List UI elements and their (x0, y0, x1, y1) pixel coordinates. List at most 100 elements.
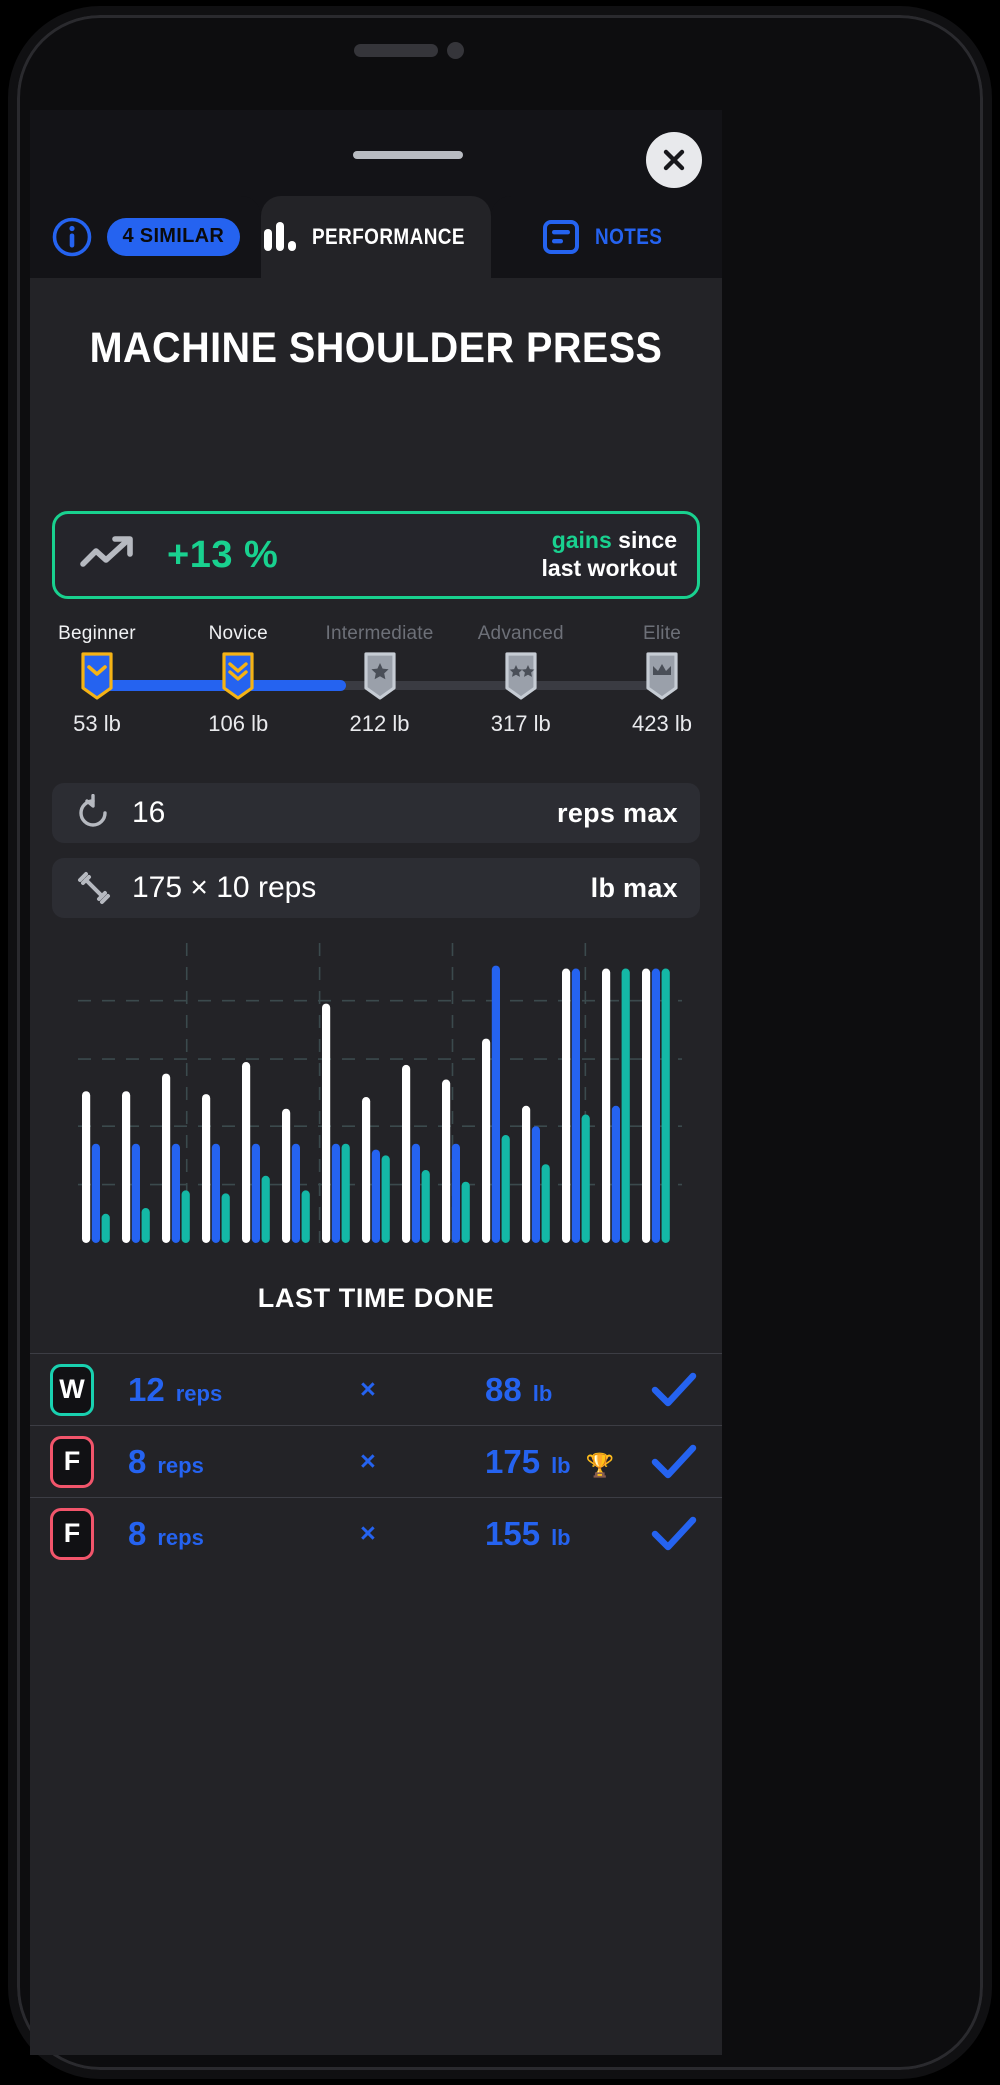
chart-bar (642, 969, 650, 1244)
rank-node-intermediate[interactable]: Intermediate212 lb (312, 623, 448, 737)
chart-bar (662, 969, 670, 1244)
rank-badge-wrap (453, 651, 589, 701)
rank-badge-wrap (594, 651, 722, 701)
rank-node-novice[interactable]: Novice 106 lb (170, 623, 306, 737)
set-reps: 12 reps (128, 1371, 278, 1409)
info-circle-icon (51, 216, 93, 258)
rank-ladder: Beginner53 lbNovice106 lbIntermediate212… (52, 623, 700, 753)
chart-bar (322, 1004, 330, 1243)
rank-weight: 212 lb (312, 711, 448, 737)
set-type-badge: W (50, 1364, 94, 1416)
detail-sheet: 4 SIMILAR PERFORMANCE (30, 110, 722, 2055)
chart-bar (442, 1080, 450, 1244)
chart-bar (422, 1170, 430, 1243)
set-reps-unit: reps (176, 1381, 222, 1407)
rank-weight: 423 lb (594, 711, 722, 737)
chart-bar (492, 966, 500, 1243)
chart-bar (202, 1094, 210, 1243)
chart-bar (542, 1164, 550, 1243)
stat-row-lb-max[interactable]: 175 × 10 reps lb max (52, 858, 700, 918)
similar-count-pill[interactable]: 4 SIMILAR (107, 218, 241, 256)
chart-bar (222, 1193, 230, 1243)
gains-caption-highlight: gains (552, 527, 612, 553)
tab-bar: 4 SIMILAR PERFORMANCE (30, 196, 722, 278)
rank-node-advanced[interactable]: Advanced317 lb (453, 623, 589, 737)
check-icon[interactable] (650, 1370, 698, 1410)
tab-notes[interactable]: NOTES (491, 196, 722, 278)
sets-list: W12reps×88lbF8reps×175lb🏆F8reps×155lb (30, 1353, 722, 1569)
chart-bar (462, 1182, 470, 1243)
set-row[interactable]: F8reps×175lb🏆 (30, 1425, 722, 1497)
chart-bar (502, 1135, 510, 1243)
rank-name: Beginner (30, 623, 165, 645)
refresh-icon (74, 794, 114, 832)
rank-name: Novice (170, 623, 306, 645)
chart-bar (92, 1144, 100, 1243)
stat-row-reps-max[interactable]: 16 reps max (52, 783, 700, 843)
chart-bar (342, 1144, 350, 1243)
set-weight: 88 lb (485, 1371, 552, 1409)
chart-bar (262, 1176, 270, 1243)
star-badge-1-icon (363, 651, 397, 701)
rank-badge-wrap (30, 651, 165, 701)
set-reps-unit: reps (157, 1453, 203, 1479)
chart-bar (122, 1091, 130, 1243)
crown-badge-icon (645, 651, 679, 701)
notes-icon (541, 217, 581, 257)
set-weight-value: 88 (485, 1371, 522, 1409)
gains-caption-rest: since (612, 527, 677, 553)
set-reps: 8 reps (128, 1515, 278, 1553)
set-weight: 155lb (485, 1515, 571, 1553)
set-weight-value: 175 (485, 1443, 540, 1481)
set-type-badge: F (50, 1436, 94, 1488)
chart-caption: LAST TIME DONE (30, 1283, 722, 1314)
chart-bar (412, 1144, 420, 1243)
chart-bar (372, 1150, 380, 1243)
rank-weight: 106 lb (170, 711, 306, 737)
chart-bar (182, 1190, 190, 1243)
chevron-badge-1-icon (80, 651, 114, 701)
set-multiply-sign: × (360, 1374, 376, 1405)
chart-bar (572, 969, 580, 1244)
rank-node-elite[interactable]: Elite 423 lb (594, 623, 722, 737)
sheet-grabber-handle[interactable] (353, 151, 463, 159)
performance-panel: MACHINE SHOULDER PRESS +13 % gains since (30, 278, 722, 2055)
rank-weight: 317 lb (453, 711, 589, 737)
chart-bar (622, 969, 630, 1244)
page-title: MACHINE SHOULDER PRESS (58, 324, 695, 373)
history-bar-chart (70, 943, 690, 1263)
chart-bar (172, 1144, 180, 1243)
chart-bar (562, 969, 570, 1244)
chart-bar (142, 1208, 150, 1243)
tab-similar[interactable]: 4 SIMILAR (30, 196, 261, 278)
set-row[interactable]: W 12 reps × 88 lb (30, 1353, 722, 1425)
speaker-bar (354, 44, 438, 57)
chart-bar (402, 1065, 410, 1243)
trophy-icon: 🏆 (586, 1452, 615, 1479)
check-icon[interactable] (650, 1514, 698, 1554)
chart-bar (532, 1126, 540, 1243)
set-reps-unit: reps (157, 1525, 203, 1551)
rank-badge-wrap (170, 651, 306, 701)
set-row[interactable]: F8reps×155lb (30, 1497, 722, 1569)
chart-bar (82, 1091, 90, 1243)
set-reps-value: 12 (128, 1371, 165, 1409)
close-button[interactable] (646, 132, 702, 188)
tab-performance[interactable]: PERFORMANCE (261, 196, 492, 278)
chart-bar (582, 1115, 590, 1244)
rank-name: Elite (594, 623, 722, 645)
phone-screen: 4 SIMILAR PERFORMANCE (30, 110, 722, 2055)
chart-bar (102, 1214, 110, 1243)
chart-bar (602, 969, 610, 1244)
set-weight: 175 lb 🏆 (485, 1443, 614, 1481)
chart-bar (522, 1106, 530, 1243)
rank-node-beginner[interactable]: Beginner53 lb (30, 623, 165, 737)
check-icon[interactable] (650, 1442, 698, 1482)
set-weight-unit: lb (533, 1381, 553, 1407)
chart-bar (282, 1109, 290, 1243)
set-weight-unit: lb (551, 1525, 571, 1551)
lb-max-value: 175 × 10 reps (132, 871, 316, 905)
set-reps-value: 8 (128, 1515, 146, 1553)
set-weight-unit: lb (551, 1453, 571, 1479)
chart-bar (132, 1144, 140, 1243)
